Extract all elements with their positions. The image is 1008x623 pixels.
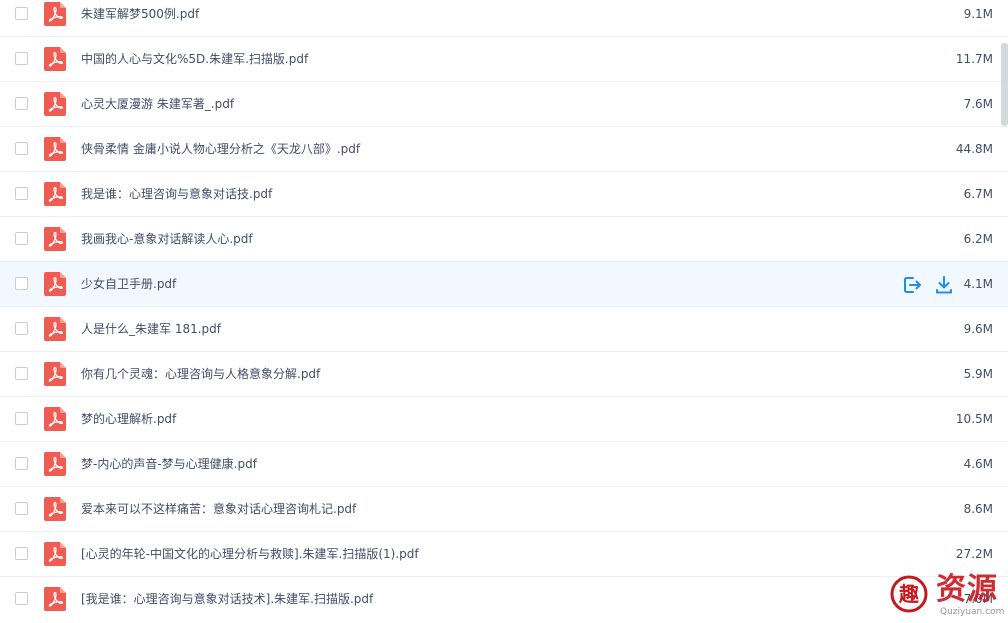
row-checkbox[interactable] <box>15 277 28 290</box>
pdf-file-icon <box>44 317 66 341</box>
file-row[interactable]: 人是什么_朱建军 181.pdf 9.6M <box>0 307 1008 352</box>
file-size: 8.6M <box>963 502 993 516</box>
pdf-file-icon <box>44 587 66 611</box>
share-icon[interactable] <box>902 275 922 295</box>
file-name[interactable]: 爱本来可以不这样痛苦：意象对话心理咨询札记.pdf <box>81 487 356 531</box>
file-row[interactable]: 心灵大厦漫游 朱建军著_.pdf 7.6M <box>0 82 1008 127</box>
pdf-file-icon <box>44 362 66 386</box>
row-checkbox[interactable] <box>15 502 28 515</box>
file-row[interactable]: [心灵的年轮-中国文化的心理分析与救赎].朱建军.扫描版(1).pdf 27.2M <box>0 532 1008 577</box>
file-row[interactable]: 你有几个灵魂：心理咨询与人格意象分解.pdf 5.9M <box>0 352 1008 397</box>
file-size: 9.1M <box>963 7 993 21</box>
file-row[interactable]: 我是谁：心理咨询与意象对话技.pdf 6.7M <box>0 172 1008 217</box>
row-checkbox[interactable] <box>15 412 28 425</box>
file-row[interactable]: 爱本来可以不这样痛苦：意象对话心理咨询札记.pdf 8.6M <box>0 487 1008 532</box>
file-row[interactable]: 朱建军解梦500例.pdf 9.1M <box>0 0 1008 37</box>
pdf-file-icon <box>44 92 66 116</box>
file-size: 44.8M <box>955 142 993 156</box>
file-size: 5.9M <box>963 367 993 381</box>
pdf-file-icon <box>44 452 66 476</box>
file-name[interactable]: 梦的心理解析.pdf <box>81 397 176 441</box>
watermark: 趣 资源 Quziyuan.com <box>878 568 1008 623</box>
pdf-file-icon <box>44 182 66 206</box>
file-size: 4.1M <box>963 277 993 291</box>
file-row[interactable]: 侠骨柔情 金庸小说人物心理分析之《天龙八部》.pdf 44.8M <box>0 127 1008 172</box>
pdf-file-icon <box>44 137 66 161</box>
file-name[interactable]: 你有几个灵魂：心理咨询与人格意象分解.pdf <box>81 352 320 396</box>
svg-text:趣: 趣 <box>898 582 920 606</box>
file-name[interactable]: 少女自卫手册.pdf <box>81 262 176 306</box>
pdf-file-icon <box>44 2 66 26</box>
file-row[interactable]: 梦的心理解析.pdf 10.5M <box>0 397 1008 442</box>
pdf-file-icon <box>44 47 66 71</box>
row-checkbox[interactable] <box>15 97 28 110</box>
file-size: 9.6M <box>963 322 993 336</box>
file-row[interactable]: 梦-内心的声音-梦与心理健康.pdf 4.6M <box>0 442 1008 487</box>
pdf-file-icon <box>44 542 66 566</box>
file-row[interactable]: 中国的人心与文化%5D.朱建军.扫描版.pdf 11.7M <box>0 37 1008 82</box>
watermark-sub: Quziyuan.com <box>940 607 1005 617</box>
row-checkbox[interactable] <box>15 457 28 470</box>
watermark-text: 资源 <box>936 572 998 607</box>
pdf-file-icon <box>44 227 66 251</box>
file-size: 4.6M <box>963 457 993 471</box>
download-icon[interactable] <box>934 275 954 295</box>
pdf-file-icon <box>44 497 66 521</box>
row-actions <box>902 275 954 295</box>
file-name[interactable]: [我是谁：心理咨询与意象对话技术].朱建军.扫描版.pdf <box>81 577 373 621</box>
row-checkbox[interactable] <box>15 7 28 20</box>
file-list: 朱建军解梦500例.pdf 9.1M 中国的人心与文化%5D.朱建军.扫描版.pd… <box>0 0 1008 621</box>
file-size: 11.7M <box>955 52 993 66</box>
pdf-file-icon <box>44 272 66 296</box>
file-row[interactable]: [我是谁：心理咨询与意象对话技术].朱建军.扫描版.pdf 7.0M <box>0 577 1008 621</box>
scrollbar[interactable] <box>1001 43 1008 126</box>
file-name[interactable]: 心灵大厦漫游 朱建军著_.pdf <box>81 82 234 126</box>
row-checkbox[interactable] <box>15 322 28 335</box>
file-row[interactable]: 我画我心-意象对话解读人心.pdf 6.2M <box>0 217 1008 262</box>
file-row[interactable]: 少女自卫手册.pdf 4.1M <box>0 261 1008 307</box>
pdf-file-icon <box>44 407 66 431</box>
file-name[interactable]: 梦-内心的声音-梦与心理健康.pdf <box>81 442 257 486</box>
row-checkbox[interactable] <box>15 367 28 380</box>
watermark-logo-icon: 趣 <box>890 575 928 613</box>
file-name[interactable]: 侠骨柔情 金庸小说人物心理分析之《天龙八部》.pdf <box>81 127 360 171</box>
file-name[interactable]: 我画我心-意象对话解读人心.pdf <box>81 217 253 261</box>
file-name[interactable]: 朱建军解梦500例.pdf <box>81 0 199 36</box>
file-name[interactable]: [心灵的年轮-中国文化的心理分析与救赎].朱建军.扫描版(1).pdf <box>81 532 419 576</box>
file-size: 7.6M <box>963 97 993 111</box>
row-checkbox[interactable] <box>15 232 28 245</box>
file-name[interactable]: 中国的人心与文化%5D.朱建军.扫描版.pdf <box>81 37 308 81</box>
row-checkbox[interactable] <box>15 592 28 605</box>
file-size: 6.2M <box>963 232 993 246</box>
row-checkbox[interactable] <box>15 187 28 200</box>
file-size: 10.5M <box>955 412 993 426</box>
file-size: 6.7M <box>963 187 993 201</box>
row-checkbox[interactable] <box>15 142 28 155</box>
row-checkbox[interactable] <box>15 52 28 65</box>
file-name[interactable]: 人是什么_朱建军 181.pdf <box>81 307 221 351</box>
row-checkbox[interactable] <box>15 547 28 560</box>
file-name[interactable]: 我是谁：心理咨询与意象对话技.pdf <box>81 172 272 216</box>
